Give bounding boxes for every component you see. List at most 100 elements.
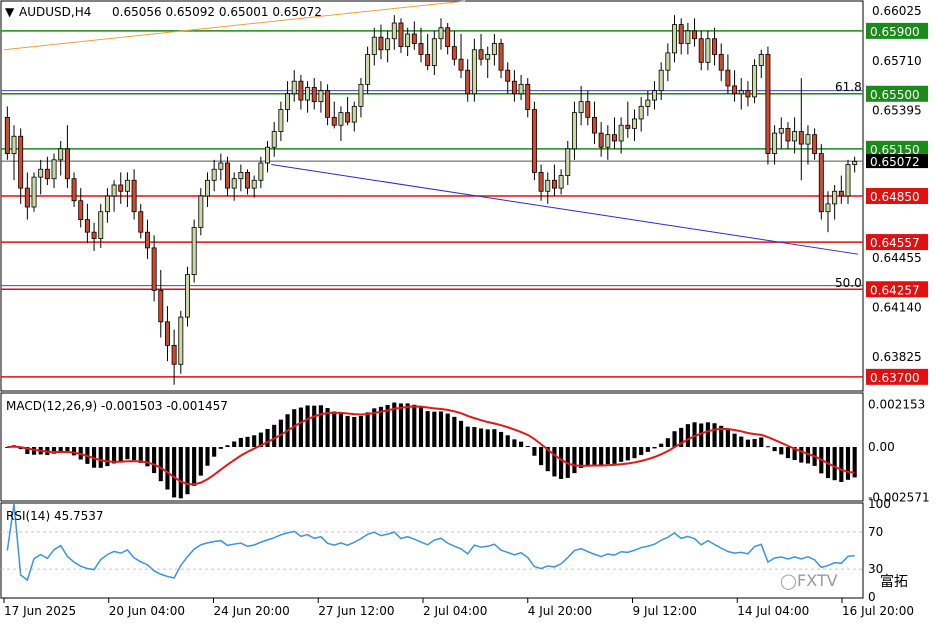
- macd-bar: [358, 415, 364, 447]
- bear-candle: [765, 54, 771, 154]
- macd-bar: [398, 403, 404, 447]
- bull-candle: [218, 162, 224, 170]
- bull-candle: [832, 190, 838, 205]
- bull-candle: [291, 80, 297, 95]
- macd-bar: [552, 447, 557, 477]
- macd-bar: [592, 447, 597, 465]
- level-price-label: 0.65900: [870, 25, 920, 39]
- macd-bar: [98, 447, 103, 468]
- bull-candle: [358, 83, 364, 107]
- time-tick-label: 16 Jul 20:00: [842, 604, 914, 618]
- bear-candle: [718, 54, 724, 71]
- macd-bar: [105, 447, 110, 467]
- bull-candle: [652, 90, 657, 101]
- macd-bar: [619, 447, 624, 462]
- bear-candle: [612, 134, 617, 142]
- bear-candle: [725, 69, 731, 87]
- macd-bar: [559, 447, 564, 479]
- macd-bar: [672, 431, 677, 447]
- macd-bar: [338, 413, 343, 447]
- macd-bar: [505, 435, 510, 447]
- rsi-label: RSI(14) 45.7537: [6, 509, 104, 523]
- macd-bar: [512, 439, 517, 447]
- rsi-pane[interactable]: [0, 502, 864, 599]
- symbol-dropdown-icon[interactable]: ▼: [5, 5, 15, 19]
- macd-bar: [238, 437, 243, 447]
- macd-bar: [519, 441, 524, 447]
- macd-bar: [425, 411, 430, 447]
- bull-candle: [438, 27, 444, 40]
- macd-bar: [612, 447, 617, 464]
- bear-candle: [425, 54, 431, 66]
- macd-bar: [432, 411, 437, 447]
- macd-bar: [452, 416, 457, 447]
- bear-candle: [331, 116, 337, 126]
- macd-bar: [745, 439, 750, 447]
- bull-candle: [632, 118, 637, 129]
- bear-candle: [64, 148, 70, 180]
- macd-bar: [352, 417, 357, 447]
- macd-bar: [705, 422, 710, 447]
- bull-candle: [198, 195, 204, 228]
- bull-candle: [558, 175, 564, 189]
- bull-candle: [111, 184, 117, 197]
- bull-candle: [685, 30, 691, 44]
- bull-candle: [658, 69, 664, 92]
- watermark-text: FXTV: [797, 571, 838, 590]
- macd-bar: [405, 403, 410, 447]
- bull-candle: [38, 168, 44, 178]
- bear-candle: [158, 289, 164, 323]
- price-tick-label: 0.65710: [872, 54, 922, 68]
- bull-candle: [205, 179, 210, 197]
- rsi-tick-label: 0: [868, 590, 876, 604]
- bull-candle: [258, 162, 264, 181]
- price-tick-label: 0.66025: [872, 4, 922, 18]
- bear-candle: [551, 179, 557, 189]
- bull-candle: [705, 38, 711, 63]
- macd-bar: [712, 423, 717, 447]
- bear-candle: [245, 172, 250, 189]
- bull-candle: [98, 211, 104, 239]
- macd-bar: [232, 441, 237, 447]
- macd-bar: [639, 447, 644, 456]
- macd-bar: [799, 447, 804, 463]
- bear-candle: [818, 153, 824, 213]
- ohlc-label: 0.65056 0.65092 0.65001 0.65072: [112, 5, 322, 19]
- macd-bar: [178, 447, 183, 499]
- macd-bar: [465, 426, 470, 447]
- macd-bar: [412, 404, 417, 447]
- bear-candle: [838, 190, 844, 197]
- bear-candle: [164, 321, 170, 346]
- time-tick-label: 2 Jul 04:00: [423, 604, 487, 618]
- macd-bar: [438, 411, 444, 447]
- watermark-cn: 富拓: [880, 573, 908, 590]
- macd-bar: [198, 447, 203, 476]
- macd-bar: [532, 447, 537, 456]
- macd-bar: [645, 447, 650, 452]
- macd-bar: [652, 447, 657, 449]
- bear-candle: [144, 231, 150, 249]
- time-axis: 17 Jun 2025 20 Jun 04:00 24 Jun 20:00 27 Ju…: [3, 598, 914, 618]
- macd-bar: [458, 420, 464, 447]
- bull-candle: [211, 168, 217, 181]
- macd-bar: [739, 436, 744, 447]
- macd-bar: [632, 447, 637, 459]
- bull-candle: [305, 87, 311, 101]
- macd-bar: [732, 433, 737, 447]
- bear-candle: [44, 168, 50, 180]
- bull-candle: [665, 52, 671, 71]
- macd-tick-label: 0.002153: [868, 398, 925, 412]
- time-tick-label: 9 Jul 12:00: [633, 604, 697, 618]
- bull-candle: [371, 36, 377, 55]
- macd-bar: [305, 405, 310, 447]
- price-axis: 0.66025 0.65710 0.65395 0.64455 0.64140 0.638…: [866, 4, 930, 604]
- bear-candle: [298, 80, 304, 101]
- bull-candle: [231, 178, 237, 189]
- macd-bar: [225, 445, 230, 447]
- level-price-label: 0.64850: [870, 190, 920, 204]
- bear-candle: [478, 49, 484, 60]
- bear-candle: [598, 132, 604, 148]
- bull-candle: [365, 54, 371, 85]
- level-price-label: 0.64557: [870, 236, 920, 250]
- fxtv-logo-icon: ◯: [780, 572, 797, 590]
